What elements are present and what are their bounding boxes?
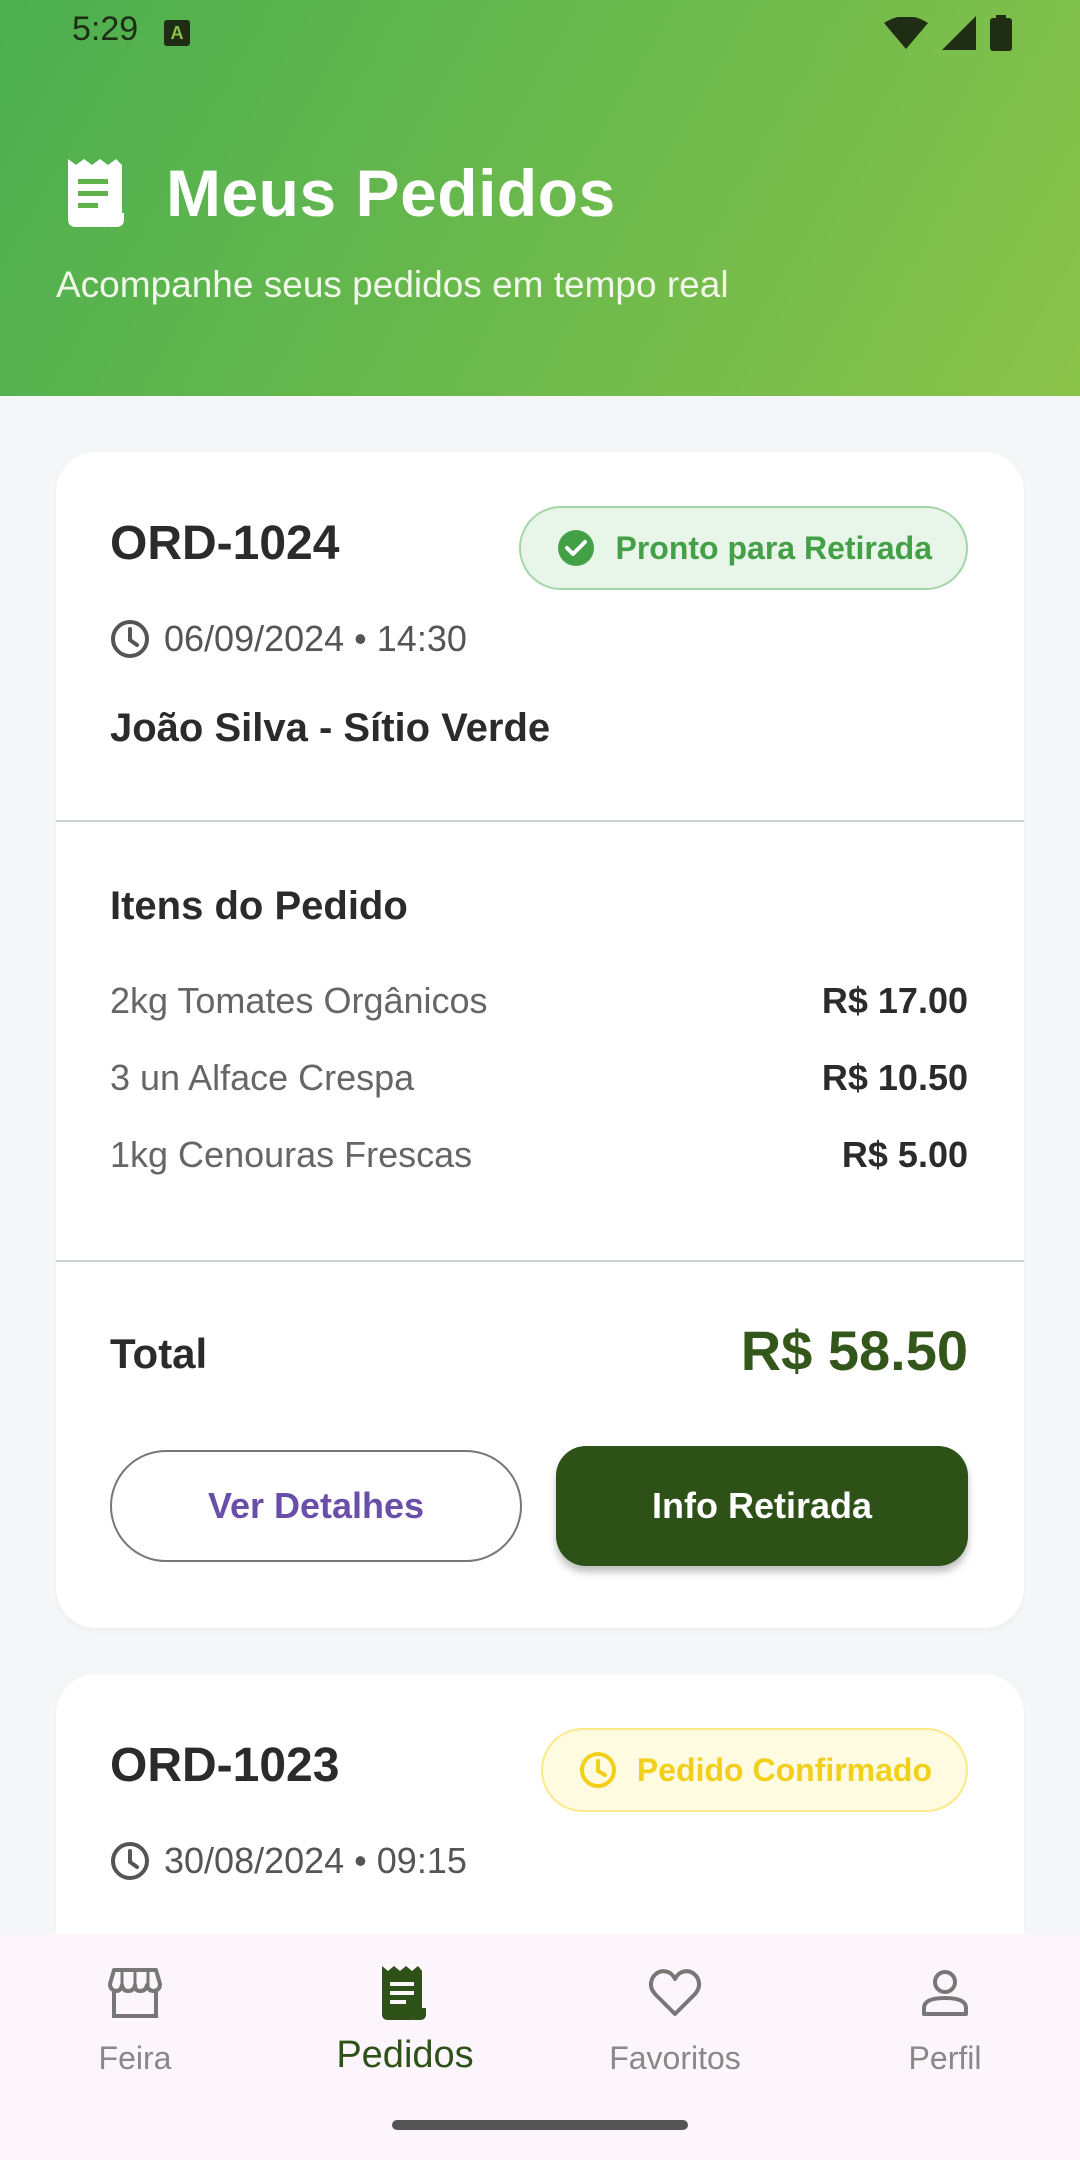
item-name: 1kg Cenouras Frescas — [110, 1134, 473, 1175]
header: 5:29 A Meus Pedidos Acompanhe seus pedid… — [0, 0, 1080, 396]
farmer-name: João Silva - Sítio Verde — [110, 706, 551, 750]
page-title: Meus Pedidos — [166, 156, 616, 230]
item-price: R$ 17.00 — [821, 980, 968, 1021]
list-item: 1kg Cenouras Frescas R$ 5.00 — [110, 1130, 968, 1180]
nav-label: Favoritos — [609, 2040, 741, 2076]
order-card[interactable]: ORD-1024 Pronto para Retirada 06/09/2024… — [56, 452, 1024, 1628]
order-date: 06/09/2024 • 14:30 — [164, 618, 467, 659]
notification-icon: A — [164, 20, 190, 46]
order-id: ORD-1023 — [110, 1739, 340, 1792]
item-price: R$ 10.50 — [821, 1057, 968, 1098]
status-badge-label: Pronto para Retirada — [615, 529, 932, 566]
nav-item-pedidos[interactable]: Pedidos — [305, 1964, 505, 2094]
clock-icon — [579, 1752, 616, 1788]
item-name: 3 un Alface Crespa — [110, 1057, 415, 1098]
cellular-signal-icon — [942, 16, 976, 50]
nav-label: Feira — [98, 2040, 172, 2076]
view-details-button[interactable]: Ver Detalhes — [110, 1450, 522, 1562]
person-icon — [922, 1970, 968, 2016]
wifi-icon — [884, 17, 928, 49]
pickup-info-button[interactable]: Info Retirada — [556, 1446, 968, 1566]
order-date-row: 06/09/2024 • 14:30 — [110, 618, 467, 660]
nav-label: Perfil — [908, 2040, 982, 2076]
title-row: Meus Pedidos — [62, 148, 616, 238]
item-price: R$ 5.00 — [841, 1134, 968, 1175]
status-badge-label: Pedido Confirmado — [636, 1751, 932, 1788]
total-label: Total — [110, 1330, 208, 1377]
nav-item-perfil[interactable]: Perfil — [845, 1964, 1045, 2094]
check-circle-icon — [558, 530, 595, 566]
nav-label: Pedidos — [336, 2034, 474, 2076]
status-time: 5:29 — [72, 10, 139, 48]
page-subtitle: Acompanhe seus pedidos em tempo real — [56, 264, 729, 305]
receipt-icon — [382, 1966, 426, 2020]
heart-icon — [648, 1969, 702, 2016]
order-date: 30/08/2024 • 09:15 — [164, 1840, 467, 1881]
status-icons — [884, 15, 1012, 51]
order-date-row: 30/08/2024 • 09:15 — [110, 1840, 467, 1882]
list-item: 3 un Alface Crespa R$ 10.50 — [110, 1053, 968, 1103]
status-badge: Pronto para Retirada — [519, 506, 968, 590]
status-bar: 5:29 A — [0, 0, 1080, 64]
status-badge: Pedido Confirmado — [540, 1728, 968, 1812]
divider — [56, 820, 1024, 822]
storefront-icon — [108, 1968, 162, 2018]
item-name: 2kg Tomates Orgânicos — [110, 980, 488, 1021]
home-indicator[interactable] — [392, 2120, 688, 2130]
total-value: R$ 58.50 — [740, 1319, 968, 1382]
clock-icon — [111, 620, 149, 658]
nav-item-feira[interactable]: Feira — [35, 1964, 235, 2094]
divider — [56, 1260, 1024, 1262]
clock-icon — [111, 1842, 149, 1880]
items-title: Itens do Pedido — [110, 884, 408, 928]
receipt-icon — [68, 159, 124, 227]
nav-item-favoritos[interactable]: Favoritos — [575, 1964, 775, 2094]
battery-icon — [990, 15, 1012, 51]
order-id: ORD-1024 — [110, 517, 340, 570]
list-item: 2kg Tomates Orgânicos R$ 17.00 — [110, 976, 968, 1026]
